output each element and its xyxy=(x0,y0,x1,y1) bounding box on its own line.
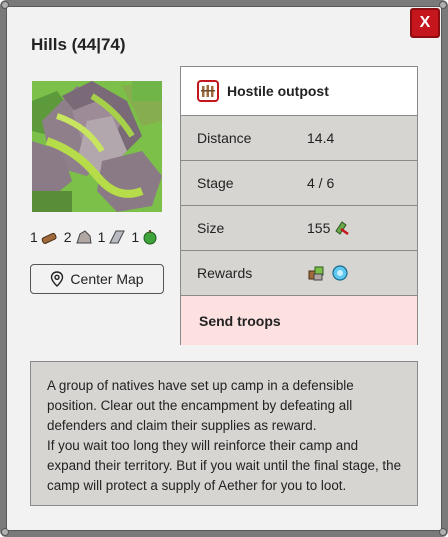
resource-count: 1 xyxy=(131,229,140,245)
map-pin-icon xyxy=(51,271,64,287)
send-troops-button[interactable]: Send troops xyxy=(181,296,417,345)
aether-icon xyxy=(332,265,348,281)
resource-metal: 1 xyxy=(98,229,127,245)
resource-wood: 1 xyxy=(30,229,59,245)
info-row-distance: Distance 14.4 xyxy=(181,116,417,161)
info-row-rewards: Rewards xyxy=(181,251,417,296)
close-button[interactable]: X xyxy=(410,8,440,38)
food-icon xyxy=(143,230,157,245)
resource-list: 1 2 1 1 xyxy=(30,229,163,245)
info-row-size: Size 155 xyxy=(181,206,417,251)
tile-thumbnail xyxy=(32,81,162,212)
info-value: 155 xyxy=(307,220,331,236)
info-key: Rewards xyxy=(197,265,253,281)
info-row-stage: Stage 4 / 6 xyxy=(181,161,417,206)
stone-icon xyxy=(75,230,92,244)
outpost-info-panel: Hostile outpost Distance 14.4 Stage 4 / … xyxy=(180,66,418,345)
description-paragraph: If you wait too long they will reinforce… xyxy=(47,438,402,493)
outpost-icon xyxy=(197,80,219,102)
info-value: 4 / 6 xyxy=(307,175,335,191)
info-value: 14.4 xyxy=(307,130,335,146)
description-box: A group of natives have set up camp in a… xyxy=(30,361,418,506)
center-map-label: Center Map xyxy=(70,271,144,287)
resource-food: 1 xyxy=(131,229,158,245)
resource-count: 1 xyxy=(97,229,106,245)
resource-bundle-icon xyxy=(308,266,324,281)
resource-count: 2 xyxy=(63,229,72,245)
resource-count: 1 xyxy=(30,229,38,245)
resource-stone: 2 xyxy=(64,229,93,245)
outpost-header: Hostile outpost xyxy=(181,67,417,116)
info-key: Size xyxy=(197,220,225,236)
troops-icon xyxy=(335,221,350,236)
metal-icon xyxy=(109,230,126,244)
send-troops-label: Send troops xyxy=(199,312,281,329)
page-title: Hills (44|74) xyxy=(31,35,126,54)
description-paragraph: A group of natives have set up camp in a… xyxy=(47,378,354,433)
info-key: Distance xyxy=(197,130,252,146)
wood-icon xyxy=(41,232,57,244)
info-key: Stage xyxy=(197,175,234,191)
center-map-button[interactable]: Center Map xyxy=(30,264,164,294)
hills-image xyxy=(32,81,162,212)
outpost-title: Hostile outpost xyxy=(227,83,329,99)
